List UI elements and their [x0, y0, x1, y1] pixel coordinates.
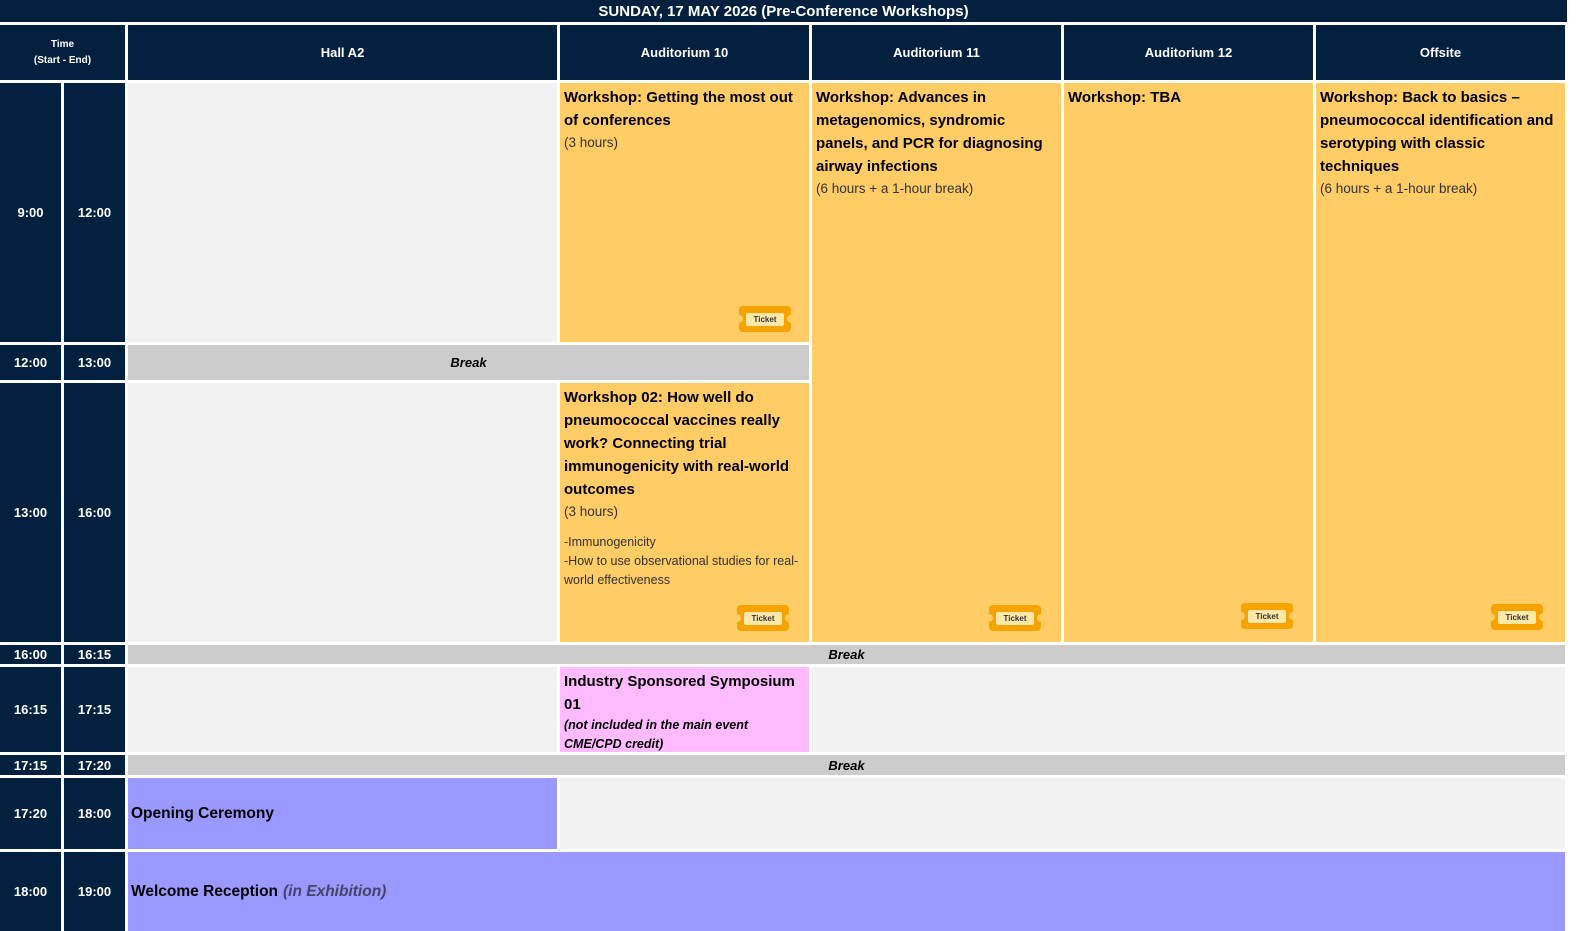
ticket-label: Ticket [1247, 609, 1287, 623]
room-header-auditorium-12: Auditorium 12 [1064, 25, 1313, 80]
workshop-title: Workshop: Getting the most out of confer… [564, 89, 793, 129]
workshop-getting-most-out-of-conferences[interactable]: Workshop: Getting the most out of confer… [560, 83, 809, 342]
time-end: 12:00 [64, 83, 125, 342]
empty-slot [812, 667, 1565, 752]
empty-slot [128, 383, 557, 642]
ticket-icon[interactable]: Ticket [733, 605, 793, 631]
reception-location: (in Exhibition) [283, 882, 387, 900]
workshop-02-pneumococcal-vaccines[interactable]: Workshop 02: How well do pneumococcal va… [560, 383, 809, 642]
workshop-title: Workshop: TBA [1068, 89, 1182, 106]
ticket-label: Ticket [743, 611, 783, 625]
workshop-duration: (6 hours + a 1-hour break) [1320, 181, 1478, 196]
symposium-note: (not included in the main event CME/CPD … [564, 718, 749, 751]
workshop-bullet: -How to use observational studies for re… [564, 554, 799, 587]
time-start: 12:00 [0, 345, 61, 380]
empty-slot [128, 667, 557, 752]
time-start: 13:00 [0, 383, 61, 642]
time-end: 16:00 [64, 383, 125, 642]
ticket-icon[interactable]: Ticket [1487, 604, 1547, 630]
workshop-duration: (3 hours) [564, 504, 619, 519]
welcome-reception[interactable]: Welcome Reception (in Exhibition) [128, 852, 1565, 931]
room-header-auditorium-10: Auditorium 10 [560, 25, 809, 80]
time-header-label: Time [50, 38, 75, 50]
time-end: 13:00 [64, 345, 125, 380]
ticket-icon[interactable]: Ticket [1237, 603, 1297, 629]
time-start: 17:20 [0, 778, 61, 849]
ticket-label: Ticket [1497, 610, 1537, 624]
room-header-offsite: Offsite [1316, 25, 1565, 80]
time-end: 19:00 [64, 852, 125, 931]
room-header-auditorium-11: Auditorium 11 [812, 25, 1061, 80]
reception-title: Welcome Reception [131, 882, 279, 900]
time-end: 18:00 [64, 778, 125, 849]
time-end: 17:15 [64, 667, 125, 752]
workshop-duration: (6 hours + a 1-hour break) [816, 181, 974, 196]
workshop-tba[interactable]: Workshop: TBA Ticket [1064, 83, 1313, 642]
time-start: 18:00 [0, 852, 61, 931]
ticket-icon[interactable]: Ticket [985, 605, 1045, 631]
empty-slot [560, 778, 1565, 849]
workshop-title: Workshop: Back to basics – pneumococcal … [1320, 89, 1554, 175]
time-end: 16:15 [64, 645, 125, 664]
ticket-label: Ticket [995, 611, 1035, 625]
time-start: 17:15 [0, 755, 61, 775]
workshop-bullet: -Immunogenicity [564, 535, 656, 549]
time-header-sub: (Start - End) [33, 54, 92, 66]
workshop-metagenomics[interactable]: Workshop: Advances in metagenomics, synd… [812, 83, 1061, 642]
workshop-back-to-basics[interactable]: Workshop: Back to basics – pneumococcal … [1316, 83, 1565, 642]
opening-title: Opening Ceremony [131, 804, 274, 822]
time-start: 16:00 [0, 645, 61, 664]
time-header: Time (Start - End) [0, 25, 125, 80]
break-row: Break [128, 645, 1565, 664]
workshop-duration: (3 hours) [564, 135, 619, 150]
industry-symposium[interactable]: Industry Sponsored Symposium 01 (not inc… [560, 667, 809, 752]
time-end: 17:20 [64, 755, 125, 775]
symposium-title: Industry Sponsored Symposium 01 [564, 673, 795, 713]
empty-slot [128, 83, 557, 342]
room-header-hall-a2: Hall A2 [128, 25, 557, 80]
break-row: Break [128, 755, 1565, 775]
workshop-title: Workshop 02: How well do pneumococcal va… [564, 389, 790, 498]
page-title: SUNDAY, 17 MAY 2026 (Pre-Conference Work… [0, 0, 1567, 22]
ticket-label: Ticket [745, 312, 785, 326]
break-row: Break [128, 345, 809, 380]
time-start: 16:15 [0, 667, 61, 752]
workshop-title: Workshop: Advances in metagenomics, synd… [816, 89, 1043, 175]
time-start: 9:00 [0, 83, 61, 342]
ticket-icon[interactable]: Ticket [735, 306, 795, 332]
opening-ceremony[interactable]: Opening Ceremony [128, 778, 557, 849]
